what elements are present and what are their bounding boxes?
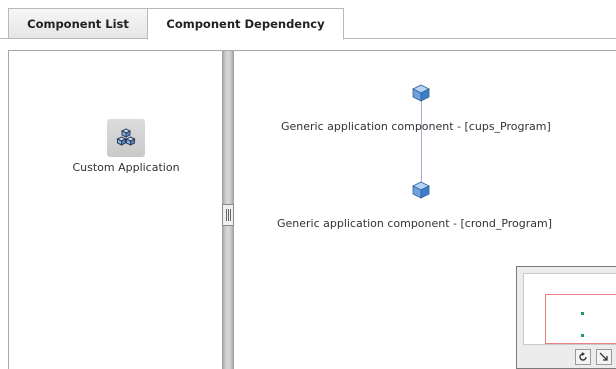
graph-node-crond-label: Generic application component - [crond_P… [277, 217, 553, 230]
application-pane: Custom Application [9, 51, 222, 369]
graph-overview-panel [516, 266, 616, 369]
graph-node-crond[interactable] [412, 181, 432, 201]
pane-splitter[interactable] [222, 51, 234, 369]
cube-icon [412, 181, 430, 199]
dependency-edge [421, 98, 422, 186]
overview-node-dot [581, 312, 584, 315]
custom-application-item[interactable]: Custom Application [64, 119, 188, 179]
tab-component-dependency[interactable]: Component Dependency [147, 8, 344, 40]
cube-icon [412, 84, 430, 102]
cubes-icon [107, 119, 145, 157]
tab-component-list[interactable]: Component List [8, 8, 148, 39]
tab-bar: Component List Component Dependency [0, 0, 616, 40]
custom-application-label: Custom Application [72, 161, 180, 174]
graph-node-cups-label: Generic application component - [cups_Pr… [281, 120, 551, 133]
overview-node-dot [581, 334, 584, 337]
refresh-icon[interactable] [575, 349, 591, 365]
resize-corner-icon[interactable] [596, 349, 612, 365]
splitter-grip-icon[interactable] [222, 204, 234, 226]
overview-canvas[interactable] [523, 273, 616, 345]
graph-node-cups[interactable] [412, 84, 432, 104]
